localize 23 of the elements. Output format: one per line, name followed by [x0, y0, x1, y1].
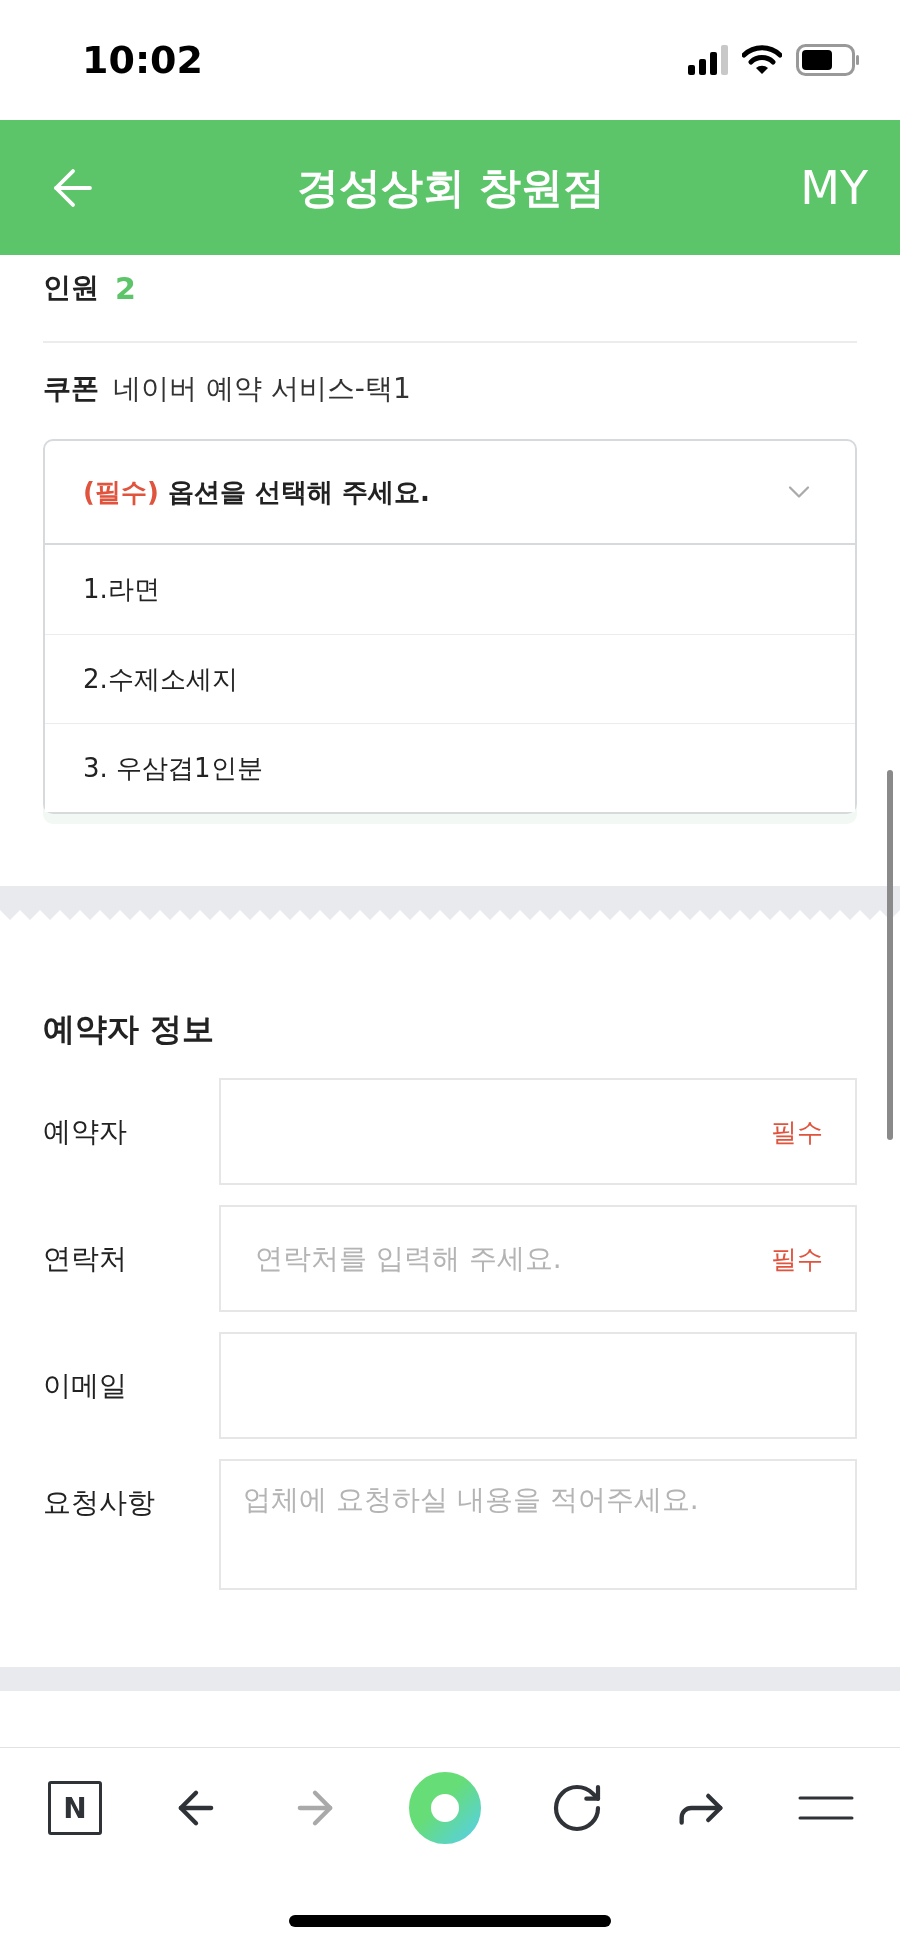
- naver-logo-button[interactable]: N: [48, 1781, 102, 1835]
- request-textarea[interactable]: 업체에 요청하실 내용을 적어주세요.: [219, 1459, 857, 1590]
- field-label: 요청사항: [43, 1485, 156, 1521]
- battery-icon: [796, 44, 860, 76]
- field-label: 이메일: [43, 1368, 128, 1404]
- coupon-label: 쿠폰: [43, 371, 99, 407]
- option-item[interactable]: 3. 우삼겹1인분: [45, 723, 855, 812]
- required-mark: 필수: [771, 1242, 823, 1275]
- party-count: 2: [115, 270, 136, 306]
- field-label: 예약자: [43, 1114, 128, 1150]
- section-heading: 예약자 정보: [43, 1009, 216, 1050]
- input-field[interactable]: [219, 1332, 857, 1439]
- input-field[interactable]: [219, 1078, 857, 1185]
- home-button[interactable]: [408, 1772, 481, 1844]
- field-label: 연락처: [43, 1241, 128, 1277]
- wifi-icon: [742, 45, 782, 75]
- party-label: 인원: [43, 270, 99, 306]
- required-mark: 필수: [771, 1115, 823, 1148]
- page-title: 경성상회 창원점: [296, 161, 606, 214]
- coupon-name: 네이버 예약 서비스-택1: [113, 371, 411, 407]
- signal-icon: [688, 45, 728, 75]
- status-time: 10:02: [82, 38, 203, 82]
- menu-button[interactable]: [797, 1794, 854, 1822]
